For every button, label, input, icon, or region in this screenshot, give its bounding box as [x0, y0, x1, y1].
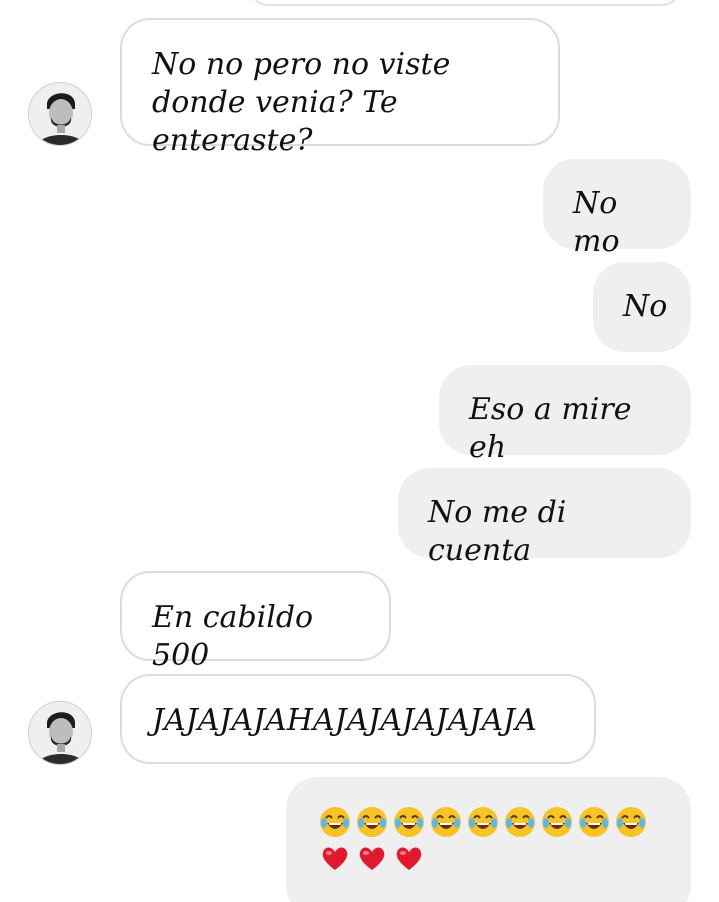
- message-bubble-outgoing[interactable]: Eso a mire eh: [439, 365, 691, 465]
- avatar-photo-icon: [29, 702, 91, 764]
- red-heart-icon: [396, 847, 422, 870]
- message-text: Eso a mire eh: [469, 392, 632, 465]
- message-bubble-outgoing[interactable]: No: [593, 262, 691, 352]
- face-with-tears-of-joy-icon: [505, 807, 535, 837]
- face-with-tears-of-joy-icon: [320, 807, 350, 837]
- message-text: No me di cuenta: [428, 495, 567, 568]
- message-bubble-incoming[interactable]: JAJAJAJAHAJAJAJAJAJAJA: [120, 674, 596, 764]
- message-bubble-outgoing[interactable]: No me di cuenta: [398, 468, 691, 568]
- red-heart-icon: [359, 847, 385, 870]
- message-text: No no pero no viste donde venia? Te ente…: [152, 47, 451, 158]
- face-with-tears-of-joy-icon: [616, 807, 646, 837]
- emoji-row-laughing: [318, 805, 659, 839]
- red-heart-icon: [322, 847, 348, 870]
- message-text: No mo: [573, 186, 620, 259]
- message-text: No: [623, 289, 668, 324]
- face-with-tears-of-joy-icon: [394, 807, 424, 837]
- emoji-row-hearts: [318, 841, 659, 875]
- avatar-photo-icon: [29, 83, 91, 145]
- message-bubble-incoming[interactable]: En cabildo 500: [120, 571, 391, 673]
- message-bubble-incoming[interactable]: No no pero no viste donde venia? Te ente…: [120, 18, 560, 158]
- message-bubble-outgoing[interactable]: No mo: [543, 159, 691, 259]
- face-with-tears-of-joy-icon: [542, 807, 572, 837]
- face-with-tears-of-joy-icon: [431, 807, 461, 837]
- previous-message-bubble: [250, 0, 680, 6]
- face-with-tears-of-joy-icon: [357, 807, 387, 837]
- face-with-tears-of-joy-icon: [468, 807, 498, 837]
- chat-screen: No no pero no viste donde venia? Te ente…: [0, 0, 719, 902]
- avatar[interactable]: [28, 701, 92, 765]
- avatar[interactable]: [28, 82, 92, 146]
- message-bubble-outgoing-emoji[interactable]: [286, 777, 691, 902]
- face-with-tears-of-joy-icon: [579, 807, 609, 837]
- message-text: En cabildo 500: [152, 600, 314, 673]
- message-text: JAJAJAJAHAJAJAJAJAJAJA: [152, 703, 537, 738]
